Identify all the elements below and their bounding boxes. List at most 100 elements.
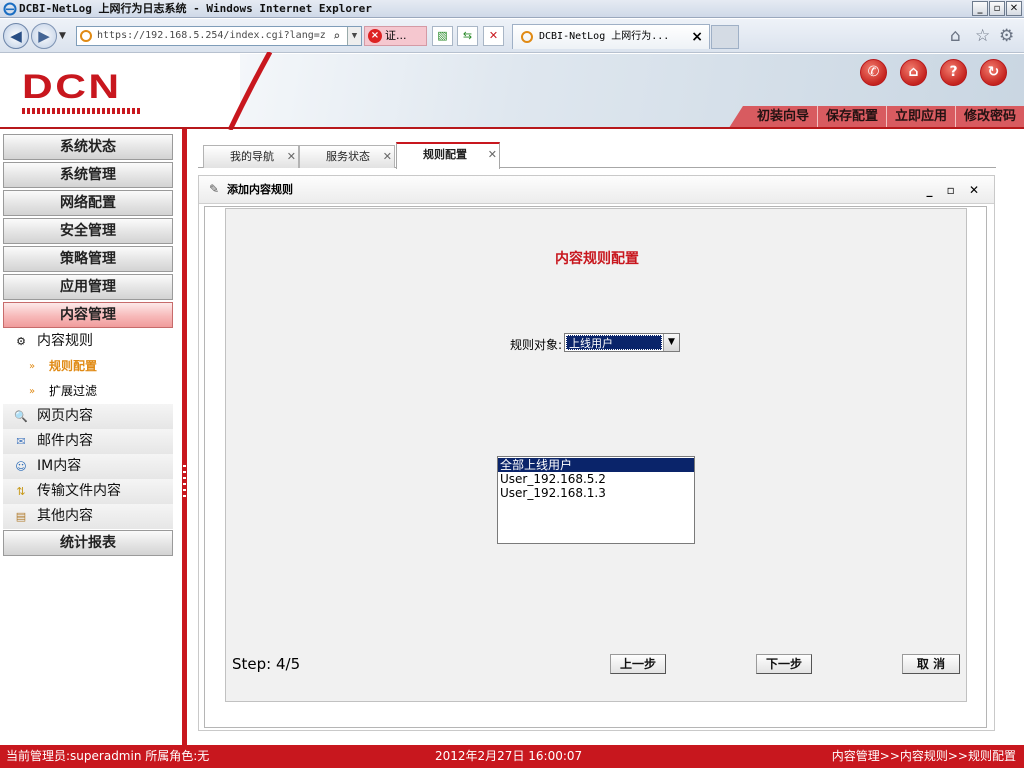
mail-icon: ✉ xyxy=(16,435,26,448)
sidebar-group-system-management[interactable]: 系统管理 xyxy=(3,162,173,188)
tab-label: 规则配置 xyxy=(423,148,467,161)
search-icon[interactable]: ⌕ xyxy=(333,27,340,45)
sidebar-item-label: 传输文件内容 xyxy=(37,483,121,499)
ie-logo-icon xyxy=(3,2,17,16)
close-window-button[interactable]: ✕ xyxy=(1006,1,1022,16)
forward-button[interactable]: ▶ xyxy=(31,23,57,49)
help-icon[interactable]: ? xyxy=(940,59,967,86)
sidebar-item-label: 其他内容 xyxy=(37,508,93,524)
certificate-error-button[interactable]: × 证... xyxy=(364,26,427,46)
sidebar-item-web-content[interactable]: 🔍 网页内容 xyxy=(3,404,173,429)
object-select[interactable]: 上线用户 ▼ xyxy=(564,333,680,352)
logo-underline xyxy=(22,108,140,114)
phone-icon[interactable]: ✆ xyxy=(860,59,887,86)
tab-my-navigation[interactable]: 我的导航 ✕ xyxy=(203,145,299,168)
tab-favicon-icon xyxy=(521,31,533,43)
panel-header: ✎ 添加内容规则 _ ▫ ✕ xyxy=(199,176,994,204)
browser-tab-title: DCBI-NetLog 上网行为... xyxy=(539,31,670,42)
browser-home-icon[interactable]: ⌂ xyxy=(950,26,961,46)
tools-gear-icon[interactable]: ⚙ xyxy=(999,26,1014,46)
add-content-rule-panel: ✎ 添加内容规则 _ ▫ ✕ 内容规则配置 规则对象: 上线用户 ▼ 全部上线用… xyxy=(198,175,995,731)
cancel-button[interactable]: 取 消 xyxy=(902,654,960,674)
clipboard-icon: ▤ xyxy=(15,510,27,523)
sidebar-group-reports[interactable]: 统计报表 xyxy=(3,530,173,556)
sidebar-group-policy[interactable]: 策略管理 xyxy=(3,246,173,272)
home-icon[interactable]: ⌂ xyxy=(900,59,927,86)
sidebar-group-network-config[interactable]: 网络配置 xyxy=(3,190,173,216)
step-indicator: Step: 4/5 xyxy=(232,655,301,673)
sidebar-leaf-label: 扩展过滤 xyxy=(49,384,98,398)
status-admin-info: 当前管理员:superadmin 所属角色:无 xyxy=(6,749,210,763)
sidebar-group-content[interactable]: 内容管理 xyxy=(3,302,173,328)
panel-window-tools[interactable]: _ ▫ ✕ xyxy=(926,176,984,204)
panel-title: 添加内容规则 xyxy=(227,183,293,196)
stop-button[interactable]: ✕ xyxy=(483,26,504,46)
sidebar-group-security[interactable]: 安全管理 xyxy=(3,218,173,244)
sidebar-splitter[interactable] xyxy=(182,129,187,745)
sidebar-leaf-extended-filter[interactable]: » 扩展过滤 xyxy=(3,379,173,404)
compat-view-button[interactable]: ▧ xyxy=(432,26,453,46)
gear-icon: ⚙ xyxy=(16,335,26,348)
sidebar-item-mail-content[interactable]: ✉ 邮件内容 xyxy=(3,429,173,454)
restore-button[interactable]: ▫ xyxy=(989,1,1005,16)
minimize-button[interactable]: _ xyxy=(972,1,988,16)
window-title: DCBI-NetLog 上网行为日志系统 - Windows Internet … xyxy=(19,2,372,15)
sidebar-item-label: 网页内容 xyxy=(37,408,93,424)
sidebar-leaf-label: 规则配置 xyxy=(49,359,98,373)
address-url[interactable]: https://192.168.5.254/index.cgi?lang=z xyxy=(97,27,331,45)
sidebar-item-other-content[interactable]: ▤ 其他内容 xyxy=(3,504,173,529)
file-transfer-icon: ⇅ xyxy=(16,485,26,498)
sidebar-item-file-transfer[interactable]: ⇅ 传输文件内容 xyxy=(3,479,173,504)
refresh-page-button[interactable]: ⇆ xyxy=(457,26,478,46)
address-dropdown-icon[interactable]: ▼ xyxy=(347,27,361,45)
sidebar-group-system-status[interactable]: 系统状态 xyxy=(3,134,173,160)
address-bar[interactable]: https://192.168.5.254/index.cgi?lang=z ⌕… xyxy=(76,26,362,46)
list-item[interactable]: User_192.168.1.3 xyxy=(498,486,694,500)
sidebar: 系统状态 系统管理 网络配置 安全管理 策略管理 应用管理 内容管理 ⚙ 内容规… xyxy=(0,129,183,745)
arrow-icon: » xyxy=(29,361,36,372)
splitter-grip[interactable] xyxy=(183,465,186,501)
chat-icon: ☺ xyxy=(15,460,27,473)
dcn-logo: DCN xyxy=(22,68,122,106)
list-item[interactable]: User_192.168.5.2 xyxy=(498,472,694,486)
apply-now-button[interactable]: 立即应用 xyxy=(885,106,955,128)
favorites-star-icon[interactable]: ☆ xyxy=(975,26,990,46)
content-tabbar: 我的导航 ✕ 服务状态 ✕ 规则配置 ✕ xyxy=(198,142,996,169)
browser-tab-close-icon[interactable]: × xyxy=(691,25,703,49)
back-button[interactable]: ◀ xyxy=(3,23,29,49)
history-dropdown-icon[interactable]: ▼ xyxy=(59,31,66,41)
next-step-button[interactable]: 下一步 xyxy=(756,654,812,674)
refresh-icon[interactable]: ↻ xyxy=(980,59,1007,86)
sidebar-group-application[interactable]: 应用管理 xyxy=(3,274,173,300)
cert-error-label: 证... xyxy=(385,29,407,42)
chevron-down-icon[interactable]: ▼ xyxy=(663,334,679,351)
sidebar-leaf-rule-config[interactable]: » 规则配置 xyxy=(3,354,173,379)
close-icon[interactable]: ✕ xyxy=(287,146,296,168)
setup-wizard-button[interactable]: 初装向导 xyxy=(749,106,817,128)
prev-step-button[interactable]: 上一步 xyxy=(610,654,666,674)
cert-error-icon: × xyxy=(368,29,382,43)
sidebar-item-content-rules[interactable]: ⚙ 内容规则 xyxy=(3,329,173,354)
tab-service-status[interactable]: 服务状态 ✕ xyxy=(299,145,395,168)
tab-label: 我的导航 xyxy=(230,150,274,163)
change-password-button[interactable]: 修改密码 xyxy=(954,106,1024,128)
forward-arrow-icon: ▶ xyxy=(38,27,50,45)
close-icon[interactable]: ✕ xyxy=(488,144,497,166)
list-item[interactable]: 全部上线用户 xyxy=(498,458,694,472)
sidebar-item-im-content[interactable]: ☺ IM内容 xyxy=(3,454,173,479)
status-bar: 当前管理员:superadmin 所属角色:无 2012年2月27日 16:00… xyxy=(0,745,1024,768)
wizard-area: 内容规则配置 规则对象: 上线用户 ▼ 全部上线用户 User_192.168.… xyxy=(225,208,967,702)
header-menu: 初装向导 保存配置 立即应用 修改密码 xyxy=(728,106,1024,128)
status-breadcrumb: 内容管理>>内容规则>>规则配置 xyxy=(831,749,1016,763)
window-titlebar: DCBI-NetLog 上网行为日志系统 - Windows Internet … xyxy=(0,0,1024,18)
user-listbox[interactable]: 全部上线用户 User_192.168.5.2 User_192.168.1.3 xyxy=(497,456,695,544)
tab-rule-config[interactable]: 规则配置 ✕ xyxy=(396,142,500,169)
arrow-icon: » xyxy=(29,386,36,397)
tab-label: 服务状态 xyxy=(326,150,370,163)
close-icon[interactable]: ✕ xyxy=(383,146,392,168)
pencil-icon: ✎ xyxy=(209,182,220,196)
new-tab-button[interactable] xyxy=(711,25,739,49)
browser-tab[interactable]: DCBI-NetLog 上网行为... × xyxy=(512,24,710,49)
save-config-button[interactable]: 保存配置 xyxy=(816,106,886,128)
object-select-value: 上线用户 xyxy=(566,335,662,350)
